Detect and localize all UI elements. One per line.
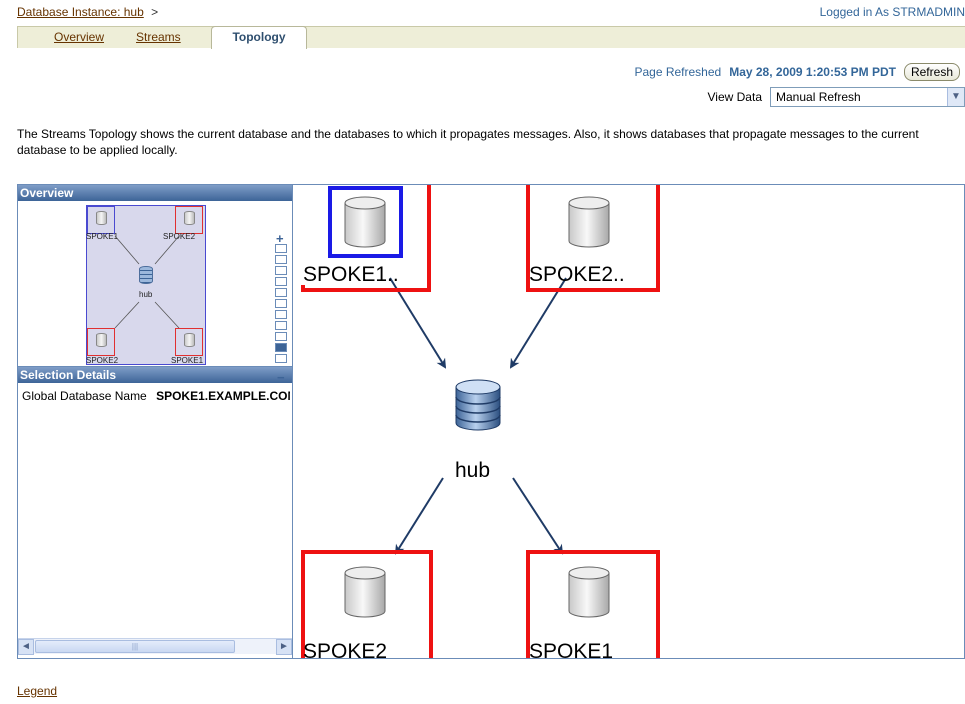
tab-topology[interactable]: Topology [211,26,307,49]
selection-details-row: Global Database Name SPOKE1.EXAMPLE.COM [22,389,290,403]
zoom-step[interactable] [275,255,287,264]
node-label: SPOKE1.. [303,263,399,286]
topology-graph-canvas[interactable]: SPOKE1.. SPOKE2.. hub SPOKE2 SPOKE1 [293,185,965,659]
overview-node-label: SPOKE1 [171,356,204,365]
view-data-label: View Data [707,90,762,104]
overview-minimap[interactable]: SPOKE1 SPOKE2 hub SPOKE2 SPOKE1 + − [18,201,292,385]
left-panel: Overview SPOKE1 SPOKE2 hub SPOKE2 SPOKE1 [17,184,293,659]
hub-database-icon[interactable] [139,266,153,284]
page-refreshed-timestamp: May 28, 2009 1:20:53 PM PDT [729,65,896,79]
tab-strip: Overview Streams Topology [17,26,965,49]
global-database-name-label: Global Database Name [22,389,147,403]
breadcrumb-separator: > [151,5,159,19]
zoom-step[interactable] [275,354,287,363]
overview-node-spoke2-top[interactable] [175,206,203,234]
zoom-step[interactable] [275,288,287,297]
zoom-step[interactable] [275,343,287,352]
node-label: hub [455,459,490,482]
zoom-step[interactable] [275,266,287,275]
overview-node-label: SPOKE1 [86,232,119,241]
edge-hub-to-spoke1 [512,477,564,555]
database-icon [96,211,107,225]
database-icon [344,566,386,618]
node-label: SPOKE2 [303,640,387,659]
scroll-right-icon[interactable]: ► [276,639,292,655]
zoom-step[interactable] [275,277,287,286]
overview-node-label: hub [139,290,153,299]
refresh-row: Page Refreshed May 28, 2009 1:20:53 PM P… [634,62,960,82]
database-icon [568,196,610,248]
legend-link[interactable]: Legend [17,684,57,698]
scroll-left-icon[interactable]: ◄ [18,639,34,655]
node-spoke2-bottom[interactable]: SPOKE2 [301,550,433,659]
topology-description: The Streams Topology shows the current d… [17,127,919,157]
topology-graph[interactable]: SPOKE1.. SPOKE2.. hub SPOKE2 SPOKE1 [293,184,965,659]
overview-node-spoke1-bottom[interactable] [175,328,203,356]
page-refreshed-label: Page Refreshed [634,65,722,79]
node-label: SPOKE1 [529,640,613,659]
overview-panel-header: Overview [18,185,292,201]
node-label: SPOKE2.. [529,263,625,286]
overview-edge [114,235,140,265]
database-icon [184,211,195,225]
database-icon [568,566,610,618]
overview-viewport[interactable]: SPOKE1 SPOKE2 hub SPOKE2 SPOKE1 [86,205,206,365]
node-spoke2-top[interactable]: SPOKE2.. [526,185,660,292]
overview-edge [154,301,180,329]
zoom-step[interactable] [275,244,287,253]
overview-node-label: SPOKE2 [163,232,196,241]
hub-database-icon [455,379,501,431]
zoom-step[interactable] [275,332,287,341]
refresh-button[interactable]: Refresh [903,63,960,81]
overview-node-spoke1-top[interactable] [87,206,115,234]
overview-node-spoke2-bottom[interactable] [87,328,115,356]
node-hub[interactable]: hub [455,379,501,482]
logged-in-status: Logged in As STRMADMIN [819,5,965,19]
tab-streams[interactable]: Streams [136,30,181,44]
node-spoke1-top[interactable]: SPOKE1.. [301,185,431,292]
breadcrumb-database-instance-link[interactable]: Database Instance: hub [17,5,144,19]
breadcrumb-bar: Database Instance: hub > Logged in As ST… [0,0,965,22]
database-icon [96,333,107,347]
horizontal-scrollbar[interactable]: ◄ ||| ► [18,638,292,655]
selection-details-header: Selection Details [18,367,292,383]
overview-edge [114,301,140,329]
tab-overview[interactable]: Overview [54,30,104,44]
global-database-name-value: SPOKE1.EXAMPLE.COM [156,389,290,403]
zoom-step[interactable] [275,321,287,330]
database-icon [184,333,195,347]
scrollbar-thumb[interactable]: ||| [35,640,235,653]
zoom-step[interactable] [275,299,287,308]
view-data-select[interactable]: Manual Refresh ▼ [770,87,965,107]
zoom-step[interactable] [275,310,287,319]
breadcrumb: Database Instance: hub > [17,5,158,19]
database-icon [344,196,386,248]
view-data-row: View Data Manual Refresh ▼ [708,86,965,108]
chevron-down-icon[interactable]: ▼ [947,88,964,106]
selection-details-panel: Global Database Name SPOKE1.EXAMPLE.COM … [18,383,292,655]
edge-hub-to-spoke2 [394,477,444,555]
node-spoke1-bottom[interactable]: SPOKE1 [526,550,660,659]
overview-node-label: SPOKE2 [86,356,119,365]
view-data-selected-value: Manual Refresh [776,90,861,104]
